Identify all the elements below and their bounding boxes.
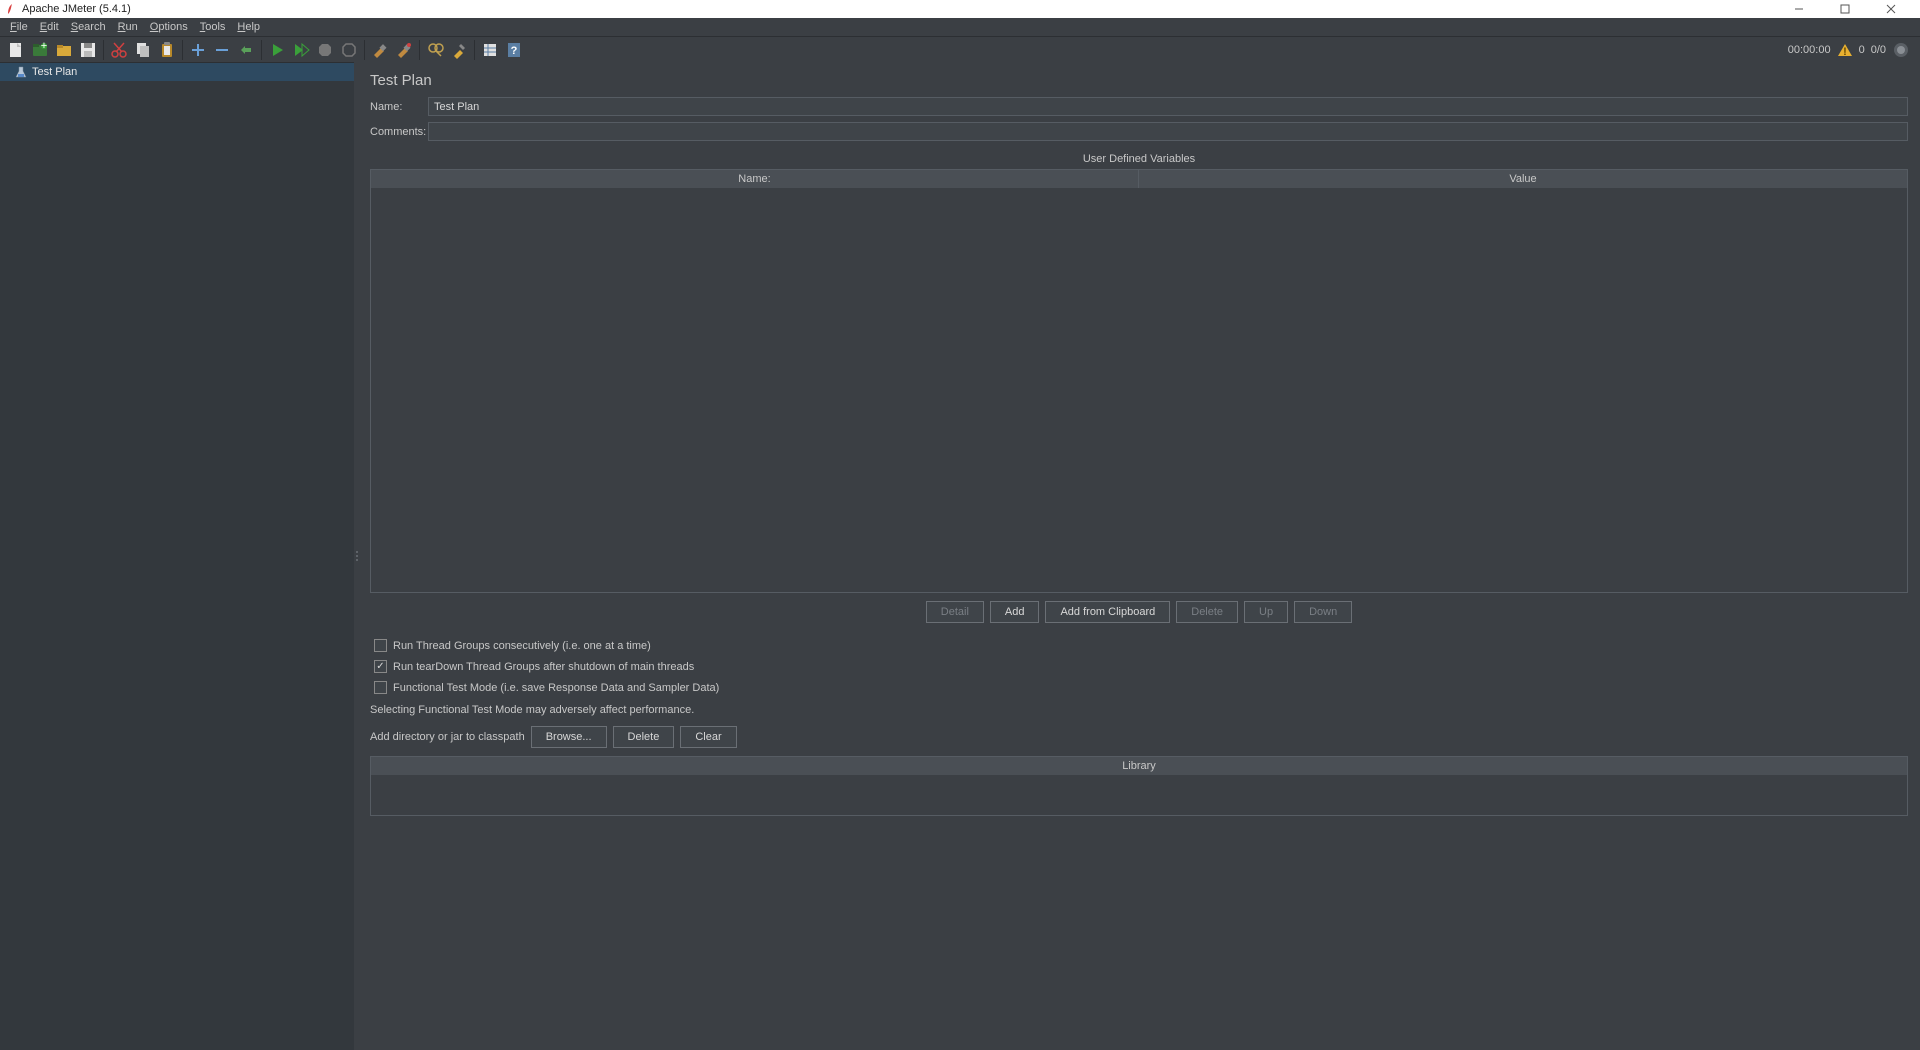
classpath-delete-button[interactable]: Delete xyxy=(613,726,675,748)
detail-button[interactable]: Detail xyxy=(926,601,984,623)
warning-icon[interactable]: ! xyxy=(1837,43,1853,57)
checkbox-icon xyxy=(374,639,387,652)
library-table: Library xyxy=(370,756,1908,816)
toolbar: + ? 00:00:00 ! 0 0/0 xyxy=(0,36,1920,62)
up-button[interactable]: Up xyxy=(1244,601,1288,623)
help-icon[interactable]: ? xyxy=(502,38,526,62)
menu-help[interactable]: Help xyxy=(231,20,266,34)
cut-icon[interactable] xyxy=(107,38,131,62)
panel-title: Test Plan xyxy=(370,72,1908,89)
checkbox-label: Run Thread Groups consecutively (i.e. on… xyxy=(393,640,651,652)
checkbox-icon xyxy=(374,681,387,694)
window-minimize-button[interactable] xyxy=(1776,0,1822,18)
delete-button[interactable]: Delete xyxy=(1176,601,1238,623)
menu-edit[interactable]: Edit xyxy=(34,20,65,34)
clear-all-icon[interactable] xyxy=(392,38,416,62)
clear-button[interactable]: Clear xyxy=(680,726,736,748)
window-title: Apache JMeter (5.4.1) xyxy=(22,3,131,15)
save-icon[interactable] xyxy=(76,38,100,62)
thread-status-icon xyxy=(1892,41,1910,59)
warning-count: 0 xyxy=(1859,44,1865,56)
main-split: Test Plan Test Plan Name: Comments: User… xyxy=(0,62,1920,1050)
start-icon[interactable] xyxy=(265,38,289,62)
elapsed-timer: 00:00:00 xyxy=(1788,44,1831,56)
functional-mode-hint: Selecting Functional Test Mode may adver… xyxy=(370,704,1908,716)
checkbox-functional[interactable]: Functional Test Mode (i.e. save Response… xyxy=(374,681,1908,694)
window-maximize-button[interactable] xyxy=(1822,0,1868,18)
svg-text:!: ! xyxy=(1843,46,1847,57)
checkbox-consecutive[interactable]: Run Thread Groups consecutively (i.e. on… xyxy=(374,639,1908,652)
menu-search[interactable]: Search xyxy=(65,20,112,34)
add-from-clipboard-button[interactable]: Add from Clipboard xyxy=(1045,601,1170,623)
udv-table-body[interactable] xyxy=(371,188,1907,592)
library-table-body[interactable] xyxy=(371,775,1907,815)
svg-text:+: + xyxy=(41,41,47,52)
udv-button-row: Detail Add Add from Clipboard Delete Up … xyxy=(370,601,1908,623)
search-reset-icon[interactable] xyxy=(447,38,471,62)
stop-icon[interactable] xyxy=(313,38,337,62)
collapse-icon[interactable] xyxy=(210,38,234,62)
jmeter-logo-icon xyxy=(6,3,16,15)
window-close-button[interactable] xyxy=(1868,0,1914,18)
checkbox-label: Functional Test Mode (i.e. save Response… xyxy=(393,682,719,694)
browse-button[interactable]: Browse... xyxy=(531,726,607,748)
test-plan-tree[interactable]: Test Plan xyxy=(0,62,354,1050)
tree-node-test-plan[interactable]: Test Plan xyxy=(0,63,354,81)
menu-options[interactable]: Options xyxy=(144,20,194,34)
tree-node-label: Test Plan xyxy=(32,66,77,78)
svg-text:?: ? xyxy=(511,45,518,57)
copy-icon[interactable] xyxy=(131,38,155,62)
name-field[interactable] xyxy=(428,97,1908,116)
window-titlebar: Apache JMeter (5.4.1) xyxy=(0,0,1920,18)
menu-bar: File Edit Search Run Options Tools Help xyxy=(0,18,1920,36)
templates-icon[interactable]: + xyxy=(28,38,52,62)
start-no-timers-icon[interactable] xyxy=(289,38,313,62)
function-helper-icon[interactable] xyxy=(478,38,502,62)
new-icon[interactable] xyxy=(4,38,28,62)
beaker-icon xyxy=(14,65,28,79)
open-icon[interactable] xyxy=(52,38,76,62)
checkbox-label: Run tearDown Thread Groups after shutdow… xyxy=(393,661,694,673)
udv-table: Name: Value xyxy=(370,169,1908,593)
classpath-label: Add directory or jar to classpath xyxy=(370,731,525,743)
test-plan-panel: Test Plan Name: Comments: User Defined V… xyxy=(360,62,1920,1050)
search-icon[interactable] xyxy=(423,38,447,62)
name-label: Name: xyxy=(370,101,424,113)
udv-col-name[interactable]: Name: xyxy=(371,170,1139,188)
checkbox-icon xyxy=(374,660,387,673)
checkbox-teardown[interactable]: Run tearDown Thread Groups after shutdow… xyxy=(374,660,1908,673)
paste-icon[interactable] xyxy=(155,38,179,62)
expand-icon[interactable] xyxy=(186,38,210,62)
library-col[interactable]: Library xyxy=(371,757,1907,775)
add-button[interactable]: Add xyxy=(990,601,1040,623)
shutdown-icon[interactable] xyxy=(337,38,361,62)
udv-col-value[interactable]: Value xyxy=(1139,170,1907,188)
udv-section-title: User Defined Variables xyxy=(370,153,1908,165)
thread-count: 0/0 xyxy=(1871,44,1886,56)
menu-file[interactable]: File xyxy=(4,20,34,34)
down-button[interactable]: Down xyxy=(1294,601,1352,623)
menu-run[interactable]: Run xyxy=(112,20,144,34)
comments-field[interactable] xyxy=(428,122,1908,141)
menu-tools[interactable]: Tools xyxy=(194,20,232,34)
clear-icon[interactable] xyxy=(368,38,392,62)
comments-label: Comments: xyxy=(370,126,424,138)
toggle-icon[interactable] xyxy=(234,38,258,62)
